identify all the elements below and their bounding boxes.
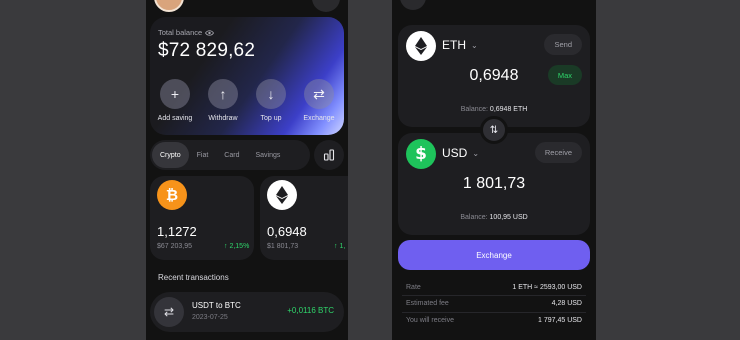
to-amount-input[interactable]: 1 801,73: [398, 175, 590, 193]
asset-change: ↑ 2,15%: [224, 243, 250, 250]
swap-vertical-icon: ⇅: [489, 124, 499, 136]
to-currency-select[interactable]: USD ⌄: [442, 146, 479, 160]
info-value: 1 797,45 USD: [538, 317, 582, 324]
action-label: Add saving: [157, 115, 193, 122]
withdraw-button[interactable]: ↑ Withdraw: [200, 79, 246, 122]
back-button[interactable]: [400, 0, 426, 10]
action-label: Withdraw: [208, 115, 238, 122]
asset-amount: 0,6948: [267, 224, 307, 239]
swap-icon: ⇄: [304, 79, 334, 109]
eye-icon[interactable]: [205, 29, 215, 36]
plus-icon: +: [160, 79, 190, 109]
arrow-down-icon: ↓: [256, 79, 286, 109]
from-currency-select[interactable]: ETH ⌄: [442, 38, 478, 52]
max-button[interactable]: Max: [547, 65, 582, 85]
ethereum-icon: [267, 180, 297, 210]
chevron-down-icon: ⌄: [472, 148, 480, 158]
from-balance: Balance: 0,6948 ETH: [398, 106, 590, 113]
asset-fiat-value: $1 801,73: [267, 243, 299, 250]
dollar-icon: $: [406, 139, 436, 169]
transaction-row[interactable]: ⇄ USDT to BTC 2023-07-25 +0,0116 BTC: [150, 292, 344, 332]
tab-savings[interactable]: Savings: [247, 142, 288, 168]
swap-direction-button[interactable]: ⇅: [480, 116, 508, 144]
balance-label: Balance:: [460, 106, 488, 113]
asset-fiat-value: $67 203,95: [157, 243, 193, 250]
tab-crypto[interactable]: Crypto: [152, 142, 189, 168]
avatar[interactable]: [154, 0, 184, 12]
statistics-button[interactable]: [314, 140, 344, 170]
quick-actions: + Add saving ↑ Withdraw ↓ Top up ⇄ Excha…: [152, 79, 342, 122]
to-currency-label: USD: [442, 146, 468, 160]
ethereum-icon: [406, 31, 436, 61]
balance-label-row: Total balance: [158, 28, 215, 37]
recent-transactions-title: Recent transactions: [158, 273, 229, 282]
top-up-button[interactable]: ↓ Top up: [248, 79, 294, 122]
balance-value: 100,95 USD: [489, 214, 528, 221]
balance-label: Balance:: [460, 214, 488, 221]
total-balance: $72 829,62: [158, 40, 256, 61]
info-value: 1 ETH ≈ 2593,00 USD: [512, 284, 582, 291]
balance-card: Total balance $72 829,62 + Add saving ↑ …: [150, 17, 344, 135]
info-rate-row: Rate 1 ETH ≈ 2593,00 USD: [406, 284, 582, 291]
action-label: Exchange: [303, 115, 335, 122]
send-button[interactable]: Send: [544, 34, 582, 55]
asset-tabs: Crypto Fiat Card Savings: [150, 140, 310, 170]
transaction-amount: +0,0116 BTC: [287, 306, 334, 315]
chevron-down-icon: ⌄: [471, 40, 478, 50]
exchange-screen: ETH ⌄ Send 0,6948 Max Balance: 0,6948 ET…: [392, 0, 596, 340]
info-fee-row: Estimated fee 4,28 USD: [406, 300, 582, 307]
swap-from-card: ETH ⌄ Send 0,6948 Max Balance: 0,6948 ET…: [398, 25, 590, 127]
info-value: 4,28 USD: [551, 300, 582, 307]
info-key: Estimated fee: [406, 300, 449, 307]
swap-to-card: $ USD ⌄ Receive 1 801,73 Balance: 100,95…: [398, 133, 590, 235]
balance-label: Total balance: [158, 28, 203, 37]
asset-card-eth[interactable]: 0,6948 $1 801,73 ↑ 1,: [260, 176, 348, 260]
info-key: You will receive: [406, 317, 454, 324]
asset-change: ↑ 1,: [334, 243, 346, 250]
info-key: Rate: [406, 284, 421, 291]
add-saving-button[interactable]: + Add saving: [152, 79, 198, 122]
divider: [402, 312, 586, 313]
to-balance: Balance: 100,95 USD: [398, 214, 590, 221]
exchange-button[interactable]: Exchange: [398, 240, 590, 270]
divider: [402, 295, 586, 296]
asset-card-btc[interactable]: ₿ 1,1272 $67 203,95 ↑ 2,15%: [150, 176, 254, 260]
from-currency-label: ETH: [442, 38, 466, 52]
receive-button[interactable]: Receive: [534, 142, 582, 163]
action-label: Top up: [260, 115, 282, 122]
arrow-up-icon: ↑: [208, 79, 238, 109]
bar-chart-icon: [323, 149, 335, 161]
swap-icon: ⇄: [154, 297, 184, 327]
wallet-screen: Total balance $72 829,62 + Add saving ↑ …: [146, 0, 348, 340]
tab-fiat[interactable]: Fiat: [189, 142, 217, 168]
bitcoin-icon: ₿: [157, 180, 187, 210]
transaction-title: USDT to BTC: [192, 301, 241, 310]
asset-amount: 1,1272: [157, 224, 197, 239]
exchange-action-button[interactable]: ⇄ Exchange: [296, 79, 342, 122]
transaction-date: 2023-07-25: [192, 314, 228, 321]
tab-card[interactable]: Card: [216, 142, 247, 168]
info-receive-row: You will receive 1 797,45 USD: [406, 317, 582, 324]
notifications-button[interactable]: [312, 0, 340, 12]
balance-value: 0,6948 ETH: [489, 106, 528, 113]
